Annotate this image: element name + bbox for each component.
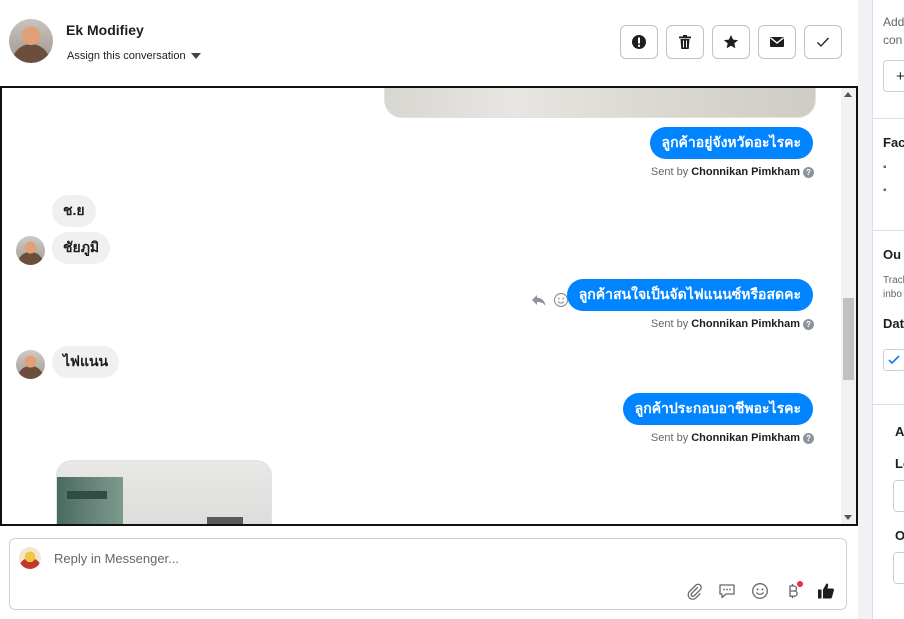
sent-by-info: Sent by Chonnikan Pimkham ? (651, 432, 814, 444)
saved-reply-button[interactable] (717, 581, 737, 601)
sender-name: Chonnikan Pimkham (691, 432, 800, 444)
contact-avatar[interactable] (9, 19, 53, 63)
incoming-message[interactable]: ไฟแนน (52, 346, 120, 378)
work-icon: ▪ (883, 162, 887, 173)
caret-down-icon (190, 53, 201, 59)
thumbs-up-button[interactable] (816, 581, 836, 601)
spam-button[interactable] (620, 25, 658, 59)
message-hover-tools (531, 292, 569, 308)
contact-avatar-small (16, 350, 45, 379)
message-thread[interactable]: ลูกค้าอยู่จังหวัดอะไรคะ Sent by Chonnika… (0, 86, 858, 526)
saved-reply-icon (719, 584, 735, 599)
check-icon (888, 355, 900, 365)
thumbs-up-icon (818, 583, 834, 599)
facebook-section-title: Fac (883, 135, 904, 150)
paperclip-icon (687, 583, 702, 600)
composer-toolbar (684, 581, 836, 601)
help-icon[interactable]: ? (803, 318, 814, 330)
attach-button[interactable] (684, 581, 704, 601)
image-content (207, 517, 243, 524)
payment-button[interactable] (783, 581, 803, 601)
delete-button[interactable] (666, 25, 704, 59)
conversation-actions (620, 25, 842, 59)
panel-text: con (883, 33, 903, 47)
add-button[interactable]: + (883, 60, 904, 92)
trash-icon (679, 35, 691, 49)
page-avatar (19, 547, 41, 569)
reply-icon[interactable] (531, 292, 547, 308)
panel-text: Track (883, 275, 904, 286)
image-attachment[interactable] (56, 460, 272, 524)
outgoing-message[interactable]: ลูกค้าสนใจเป็นจัดไฟแนนซ์หรือสดคะ (566, 279, 813, 311)
sent-by-info: Sent by Chonnikan Pimkham ? (651, 166, 814, 178)
star-icon (723, 35, 739, 49)
outgoing-message[interactable]: ลูกค้าประกอบอาชีพอะไรคะ (622, 393, 813, 425)
emoji-button[interactable] (750, 581, 770, 601)
image-content (67, 491, 107, 499)
check-icon (817, 37, 829, 47)
conversation-header: Ek Modifiey Assign this conversation (0, 0, 858, 86)
image-content (57, 477, 123, 524)
help-icon[interactable]: ? (803, 432, 814, 444)
sent-by-prefix: Sent by (650, 318, 689, 330)
section-title: A (895, 424, 904, 439)
mark-done-button[interactable] (804, 25, 842, 59)
field-label: O (895, 528, 904, 543)
field-label: Le (895, 456, 904, 471)
checkbox[interactable] (883, 349, 904, 371)
sender-name: Chonnikan Pimkham (691, 166, 800, 178)
image-attachment[interactable] (384, 88, 816, 118)
notification-dot (797, 581, 803, 587)
scrollbar-thumb[interactable] (843, 298, 854, 380)
contact-name[interactable]: Ek Modifiey (66, 22, 144, 38)
scroll-up-arrow-icon[interactable] (844, 92, 852, 97)
reply-input[interactable] (54, 551, 654, 566)
incoming-message[interactable]: ช.ย (52, 195, 96, 227)
inbox-app: Ek Modifiey Assign this conversation ลูก… (0, 0, 904, 619)
assign-conversation-dropdown[interactable]: Assign this conversation (67, 50, 201, 62)
contact-avatar-small (16, 236, 45, 265)
text-field[interactable] (893, 552, 904, 584)
sent-by-prefix: Sent by (650, 432, 689, 444)
reply-composer (9, 538, 847, 610)
sent-by-prefix: Sent by (650, 166, 689, 178)
panel-divider (873, 230, 904, 231)
sender-name: Chonnikan Pimkham (691, 318, 800, 330)
panel-divider (873, 404, 904, 405)
section-title: Ou (883, 247, 902, 262)
section-title: Dat (883, 316, 904, 331)
scroll-down-arrow-icon[interactable] (844, 515, 852, 520)
exclamation-icon (632, 35, 646, 49)
scrollbar[interactable] (841, 88, 856, 524)
envelope-icon (770, 37, 784, 47)
text-field[interactable] (893, 480, 904, 512)
panel-text: Add (883, 15, 904, 29)
panel-text: inbo (883, 289, 902, 300)
sent-by-info: Sent by Chonnikan Pimkham ? (651, 318, 814, 330)
mark-unread-button[interactable] (758, 25, 796, 59)
customer-info-panel: Add con + Fac ▪ ▪ Ou Track inbo Dat A Le… (872, 0, 904, 619)
star-button[interactable] (712, 25, 750, 59)
panel-gap (858, 0, 872, 619)
assign-label: Assign this conversation (67, 50, 186, 62)
education-icon: ▪ (883, 185, 887, 196)
incoming-message[interactable]: ชัยภูมิ (52, 232, 111, 264)
outgoing-message[interactable]: ลูกค้าอยู่จังหวัดอะไรคะ (649, 127, 813, 159)
emoji-icon (752, 583, 768, 599)
help-icon[interactable]: ? (803, 166, 814, 178)
panel-divider (873, 118, 904, 119)
